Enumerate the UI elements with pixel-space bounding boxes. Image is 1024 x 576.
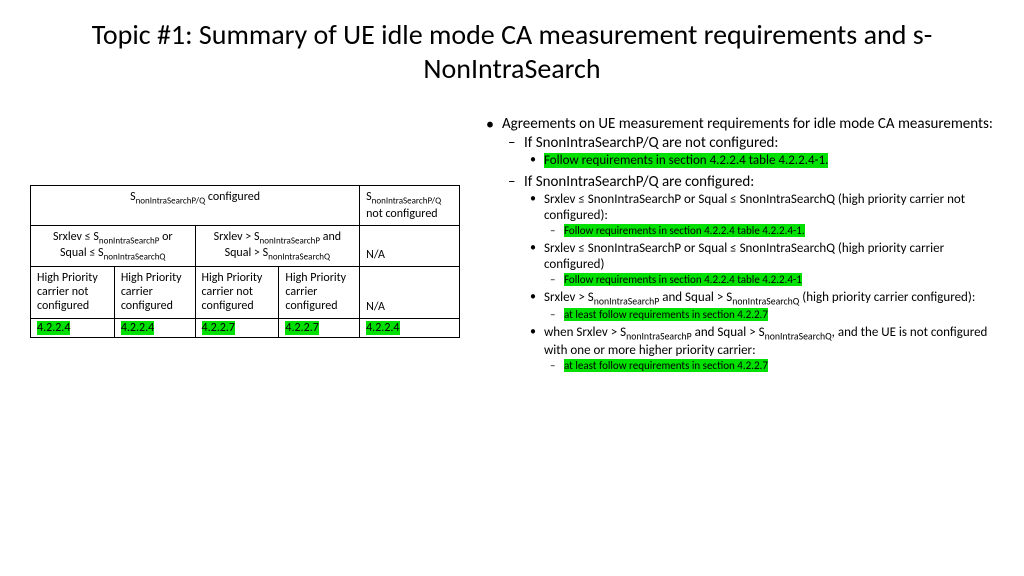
bullet-conf-d-req: at least follow requirements in section … [544, 359, 994, 373]
bullet-conf: If SnonIntraSearchP/Q are configured: Sr… [502, 173, 994, 373]
bullet-conf-a-req: Follow requirements in section 4.2.2.4 t… [544, 224, 994, 238]
content-area: SnonIntraSearchP/Q configured SnonIntraS… [0, 95, 1024, 378]
val-2: 4.2.2.4 [114, 319, 195, 338]
cond-gt: Srxlev > SnonIntraSearchP and Squal > Sn… [195, 225, 360, 267]
cell-hp-conf-2: High Priority carrier configured [279, 267, 360, 319]
slide-title: Topic #1: Summary of UE idle mode CA mea… [0, 0, 1024, 95]
cell-hp-notconf-1: High Priority carrier not configured [31, 267, 115, 319]
val-5: 4.2.2.4 [360, 319, 460, 338]
bullet-main: Agreements on UE measurement requirement… [480, 115, 994, 372]
requirements-table: SnonIntraSearchP/Q configured SnonIntraS… [30, 185, 460, 338]
header-not-configured: SnonIntraSearchP/Q not configured [360, 186, 460, 225]
val-3: 4.2.2.7 [195, 319, 279, 338]
bullet-conf-b-req: Follow requirements in section 4.2.2.4 t… [544, 273, 994, 287]
na-2: N/A [360, 267, 460, 319]
bullet-notconf-req: Follow requirements in section 4.2.2.4 t… [524, 153, 994, 169]
na-1: N/A [360, 225, 460, 267]
val-4: 4.2.2.7 [279, 319, 360, 338]
cell-hp-conf-1: High Priority carrier configured [114, 267, 195, 319]
bullets-panel: Agreements on UE measurement requirement… [480, 115, 994, 378]
bullet-conf-d: when Srxlev > SnonIntraSearchP and Squal… [524, 325, 994, 373]
bullet-notconf: If SnonIntraSearchP/Q are not configured… [502, 134, 994, 169]
bullet-conf-b: Srxlev ≤ SnonIntraSearchP or Squal ≤ Sno… [524, 241, 994, 287]
header-configured: SnonIntraSearchP/Q configured [31, 186, 360, 225]
bullet-conf-a: Srxlev ≤ SnonIntraSearchP or Squal ≤ Sno… [524, 192, 994, 238]
cond-le: Srxlev ≤ SnonIntraSearchP or Squal ≤ Sno… [31, 225, 196, 267]
table-panel: SnonIntraSearchP/Q configured SnonIntraS… [30, 115, 460, 378]
bullet-conf-c-req: at least follow requirements in section … [544, 308, 994, 322]
val-1: 4.2.2.4 [31, 319, 115, 338]
cell-hp-notconf-2: High Priority carrier not configured [195, 267, 279, 319]
bullet-conf-c: Srxlev > SnonIntraSearchP and Squal > Sn… [524, 290, 994, 322]
